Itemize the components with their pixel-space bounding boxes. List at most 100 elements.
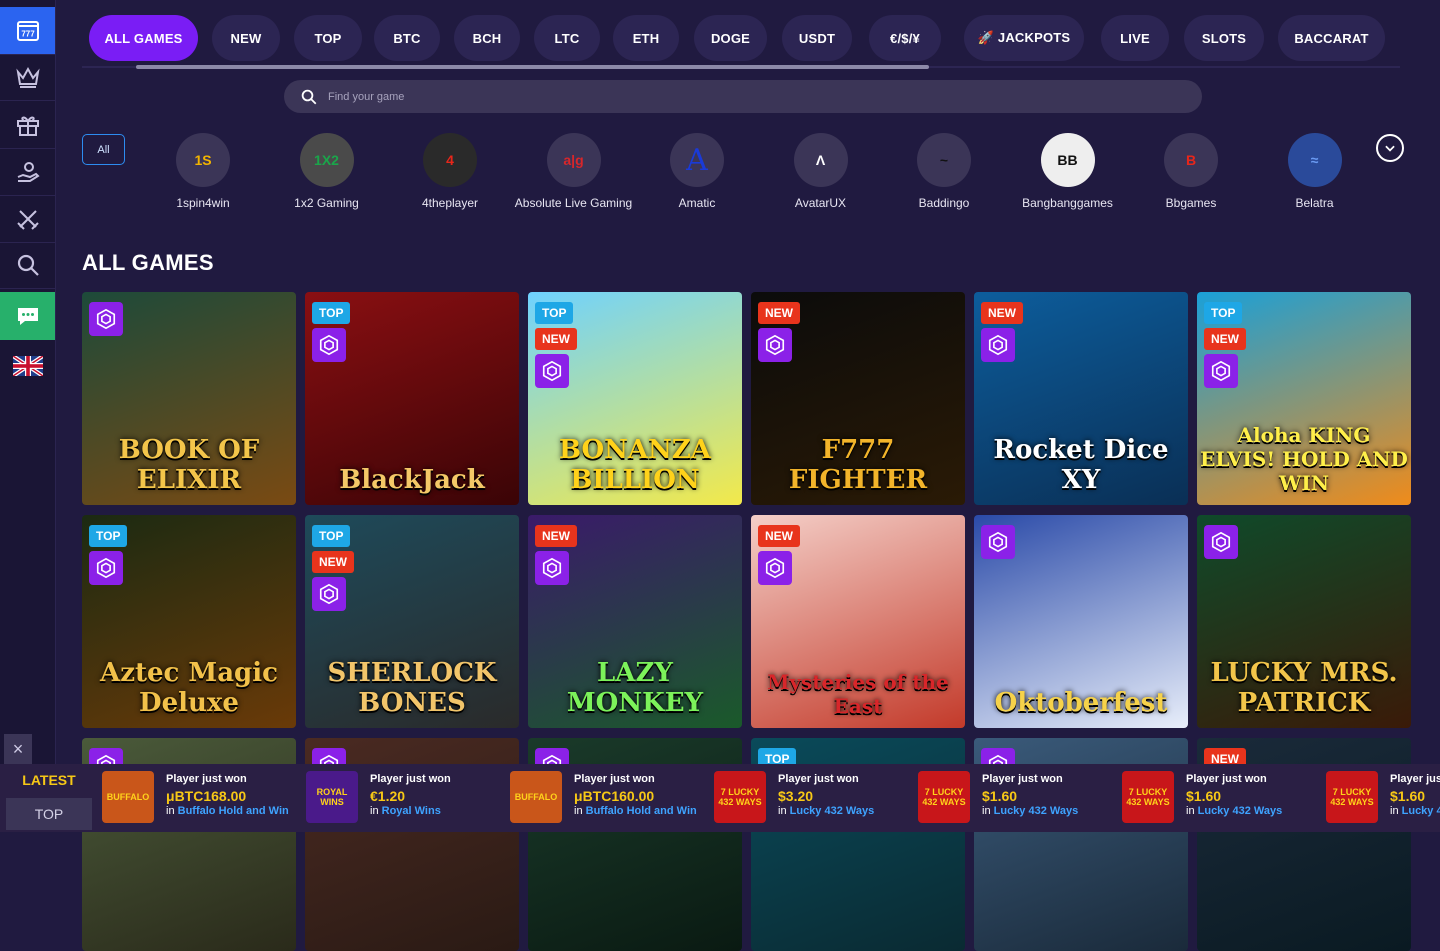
win-game: in Buffalo Hold and Win <box>166 805 289 817</box>
sidebar-item-uk-flag[interactable] <box>0 342 55 390</box>
provider-baddingo[interactable]: ~ Baddingo <box>879 133 1009 213</box>
sidebar: 777 <box>0 0 56 832</box>
provider-hex-icon <box>1211 531 1231 553</box>
win-caption: Player just won <box>1186 773 1267 785</box>
game-card[interactable]: BOOK OF ELIXIR <box>82 292 296 505</box>
tab-live[interactable]: LIVE <box>1101 15 1169 61</box>
tabs-scrollbar-thumb[interactable] <box>136 65 929 69</box>
tab-currencies[interactable]: €/$/¥ <box>869 15 941 61</box>
tab-btc[interactable]: BTC <box>374 15 440 61</box>
game-title: BOOK OF ELIXIR <box>118 435 260 495</box>
win-game-link[interactable]: Buffalo Hold and Win <box>178 805 289 817</box>
provider-all-button[interactable]: All <box>82 134 125 165</box>
win-caption: Player just won <box>982 773 1063 785</box>
win-game-link[interactable]: Lucky 432 Ways <box>1198 805 1283 817</box>
game-card[interactable]: Aztec Magic Deluxe TOP <box>82 515 296 728</box>
tab-all-games[interactable]: ALL GAMES <box>89 15 198 61</box>
provider-bangbanggames[interactable]: BB Bangbanggames <box>1003 133 1133 213</box>
win-game-thumbnail: 7 LUCKY 432 WAYS <box>1326 771 1378 823</box>
win-game-link[interactable]: Lucky 432 Ways <box>790 805 875 817</box>
game-card[interactable]: Aloha KING ELVIS! HOLD AND WIN TOP NEW <box>1197 292 1411 505</box>
win-game-link[interactable]: Royal Wins <box>382 805 441 817</box>
provider-logo: ~ <box>917 133 971 187</box>
recent-win-item[interactable]: BUFFALO Player just won μBTC168.00 in Buffa… <box>102 771 306 825</box>
tab-top[interactable]: TOP <box>294 15 362 61</box>
win-game-link[interactable]: Buffalo Hold and Win <box>586 805 697 817</box>
tab-doge[interactable]: DOGE <box>694 15 767 61</box>
search-bar[interactable] <box>284 80 1202 113</box>
sidebar-item-crown[interactable] <box>0 53 55 101</box>
provider-logo: a|g <box>546 133 601 187</box>
tab-ltc[interactable]: LTC <box>534 15 600 61</box>
tab-usdt[interactable]: USDT <box>782 15 852 61</box>
provider-1x2-gaming[interactable]: 1X2 1x2 Gaming <box>262 133 392 213</box>
recent-win-item[interactable]: 7 LUCKY 432 WAYS Player just won $1.60in L… <box>1122 771 1326 825</box>
game-card[interactable]: F777 FIGHTER NEW <box>751 292 965 505</box>
provider-hex-icon <box>319 583 339 605</box>
win-caption: Player just won <box>574 773 655 785</box>
provider-absolute-live-gaming[interactable]: a|g Absolute Live Gaming <box>509 133 639 213</box>
game-card[interactable]: LUCKY MRS. PATRICK <box>1197 515 1411 728</box>
provider-badge <box>758 551 792 585</box>
search-input[interactable] <box>328 90 1128 103</box>
tab-eth[interactable]: ETH <box>613 15 679 61</box>
tabs-scrollbar[interactable] <box>82 65 1400 69</box>
provider-hex-icon <box>1211 360 1231 382</box>
tab-slots[interactable]: SLOTS <box>1184 15 1264 61</box>
top-badge: TOP <box>312 525 351 547</box>
win-game: in Lucky 432 Ways <box>778 805 875 817</box>
new-badge: NEW <box>981 302 1023 324</box>
provider-badge <box>1204 354 1238 388</box>
tab-baccarat[interactable]: BACCARAT <box>1278 15 1385 61</box>
game-card[interactable]: Rocket Dice XY NEW <box>974 292 1188 505</box>
game-title: F777 FIGHTER <box>788 435 928 495</box>
provider-name: Baddingo <box>918 196 970 210</box>
sidebar-item-slots[interactable]: 777 <box>0 7 55 55</box>
sidebar-item-gift[interactable] <box>0 101 55 149</box>
category-tabs: ALL GAMES NEW TOP BTC BCH LTC ETH DOGE USDT €/$/¥… <box>82 0 1400 78</box>
provider-name: Bbgames <box>1165 196 1217 210</box>
win-game-link[interactable]: Lucky 432 Ways <box>1402 805 1440 817</box>
provider-bbgames[interactable]: B Bbgames <box>1126 133 1256 213</box>
win-caption: Player just won <box>778 773 859 785</box>
provider-badge <box>1204 525 1238 559</box>
provider-logo: BB <box>1040 133 1095 187</box>
game-title: Aztec Magic Deluxe <box>100 658 278 718</box>
close-icon[interactable]: × <box>4 734 32 764</box>
win-game-link[interactable]: Lucky 432 Ways <box>994 805 1079 817</box>
provider-logo: Λ <box>793 133 848 187</box>
ticker-tab-top[interactable]: TOP <box>6 798 92 830</box>
game-card[interactable]: Mysteries of the East NEW <box>751 515 965 728</box>
sidebar-item-search[interactable] <box>0 241 55 289</box>
provider-badge <box>535 354 569 388</box>
tab-jackpots[interactable]: 🚀 JACKPOTS <box>964 15 1084 61</box>
provider-logo: ≈ <box>1287 133 1342 187</box>
provider-4theplayer[interactable]: 4 4theplayer <box>385 133 515 213</box>
winners-ticker: LATEST TOP BUFFALO Player just won μBTC168… <box>0 764 1440 832</box>
game-card[interactable]: Oktoberfest <box>974 515 1188 728</box>
provider-badge <box>981 525 1015 559</box>
provider-belatra[interactable]: ≈ Belatra <box>1250 133 1380 213</box>
tab-new[interactable]: NEW <box>212 15 280 61</box>
ticker-tab-latest[interactable]: LATEST <box>0 764 98 796</box>
win-amount: μBTC168.00 <box>166 788 247 804</box>
game-card[interactable]: BlackJack TOP <box>305 292 519 505</box>
game-card[interactable]: BONANZA BILLION TOP NEW <box>528 292 742 505</box>
tab-bch[interactable]: BCH <box>454 15 520 61</box>
provider-avatarux[interactable]: Λ AvatarUX <box>756 133 886 213</box>
recent-win-item[interactable]: 7 LUCKY 432 WAYS Player just won $3.20 in L… <box>714 771 918 825</box>
recent-win-item[interactable]: 7 LUCKY 432 WAYS Player just won $1.60in L… <box>918 771 1122 825</box>
providers-expand-button[interactable] <box>1376 134 1404 162</box>
provider-1spin4win[interactable]: 1S 1spin4win <box>138 133 268 213</box>
provider-amatic[interactable]: A Amatic <box>632 133 762 213</box>
game-card[interactable]: SHERLOCK BONES TOP NEW <box>305 515 519 728</box>
provider-name: AvatarUX <box>794 196 847 210</box>
game-card[interactable]: LAZY MONKEY NEW <box>528 515 742 728</box>
recent-win-item[interactable]: ROYAL WINS Player just won €1.20 in Royal W… <box>306 771 510 825</box>
sidebar-item-swords[interactable] <box>0 195 55 243</box>
provider-name: Belatra <box>1295 196 1334 210</box>
sidebar-item-bonus-hand[interactable] <box>0 148 55 196</box>
sidebar-item-chat[interactable] <box>0 292 55 340</box>
recent-win-item[interactable]: 7 LUCKY 432 WAYS Player just won $1.60in L… <box>1326 771 1440 825</box>
recent-win-item[interactable]: BUFFALO Player just won μBTC160.00 in Buffa… <box>510 771 714 825</box>
